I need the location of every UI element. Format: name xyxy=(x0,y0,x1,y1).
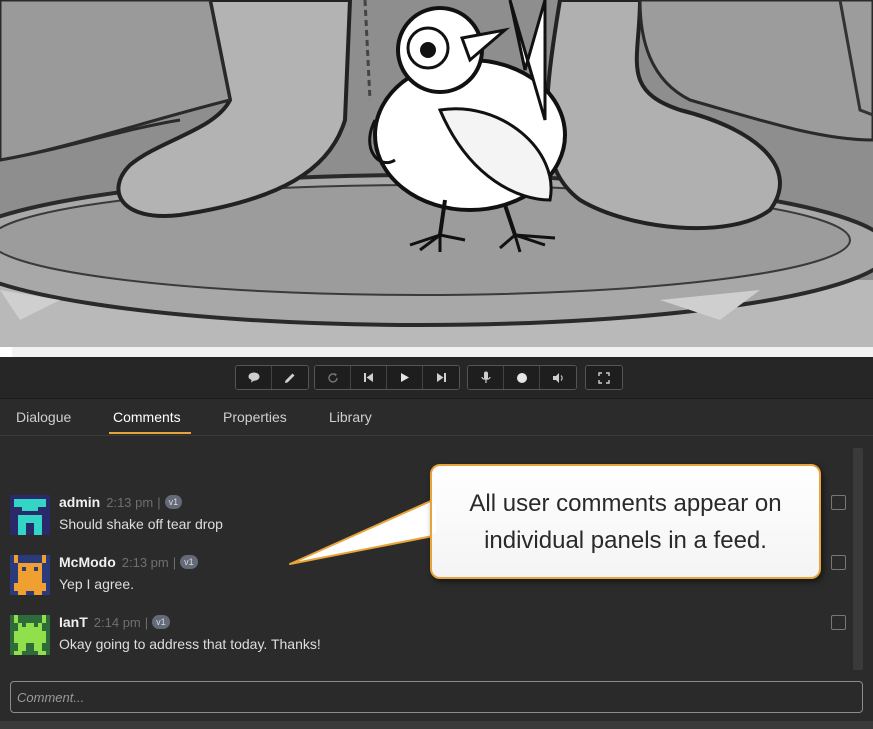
comment-checkbox[interactable] xyxy=(831,615,846,630)
previous-frame-button[interactable] xyxy=(351,366,387,389)
tab-library[interactable]: Library xyxy=(329,409,372,425)
loop-button[interactable] xyxy=(315,366,351,389)
play-icon xyxy=(401,373,409,382)
comment-button[interactable] xyxy=(236,366,272,389)
comment-separator: | xyxy=(157,494,161,510)
timeline-marker xyxy=(0,347,12,357)
avatar xyxy=(10,495,50,535)
draw-button[interactable] xyxy=(272,366,308,389)
comment-timestamp: 2:14 pm xyxy=(93,614,141,630)
comment-checkbox[interactable] xyxy=(831,555,846,570)
callout-box: All user comments appear on individual p… xyxy=(430,464,821,579)
microphone-button[interactable] xyxy=(468,366,504,389)
microphone-icon xyxy=(480,371,491,383)
record-icon xyxy=(516,372,527,383)
comment-checkbox[interactable] xyxy=(831,495,846,510)
avatar xyxy=(10,615,50,655)
tab-dialogue[interactable]: Dialogue xyxy=(16,409,71,425)
panel-tabs: Dialogue Comments Properties Library xyxy=(0,400,873,436)
comment-text: Yep I agree. xyxy=(59,576,134,592)
volume-icon xyxy=(552,372,563,383)
callout-text: All user comments appear on individual p… xyxy=(469,489,782,554)
audio-group xyxy=(467,365,577,390)
version-badge: v1 xyxy=(152,615,170,629)
loop-icon xyxy=(327,372,338,383)
comment-username[interactable]: admin xyxy=(59,494,100,510)
tab-comments[interactable]: Comments xyxy=(113,409,181,425)
comment-timestamp: 2:13 pm xyxy=(121,554,169,570)
storyboard-viewer xyxy=(0,0,873,347)
next-frame-button[interactable] xyxy=(423,366,459,389)
skip-back-icon xyxy=(364,373,373,382)
playback-toolbar xyxy=(0,357,873,399)
feed-scrollbar[interactable] xyxy=(853,448,863,670)
comment-icon xyxy=(248,372,259,383)
comment-header: admin 2:13 pm | v1 xyxy=(59,494,183,510)
skip-forward-icon xyxy=(436,373,446,382)
timeline-strip xyxy=(0,347,873,357)
bottom-strip xyxy=(0,721,873,729)
pencil-icon xyxy=(285,373,295,383)
comment-separator: | xyxy=(172,554,177,570)
avatar xyxy=(10,555,50,595)
fullscreen-icon xyxy=(598,371,610,384)
comment-header: McModo 2:13 pm | v1 xyxy=(59,554,198,570)
comment-username[interactable]: McModo xyxy=(59,554,116,570)
comment-separator: | xyxy=(144,614,149,630)
active-tab-indicator xyxy=(109,432,191,434)
play-button[interactable] xyxy=(387,366,423,389)
fullscreen-button[interactable] xyxy=(586,366,622,389)
volume-button[interactable] xyxy=(540,366,576,389)
comment-username[interactable]: IanT xyxy=(59,614,88,630)
comment-timestamp: 2:13 pm xyxy=(106,494,154,510)
comment-item: IanT 2:14 pm | v1 Okay going to address … xyxy=(10,614,850,665)
annotation-group xyxy=(235,365,309,390)
comment-text: Okay going to address that today. Thanks… xyxy=(59,636,321,652)
version-badge: v1 xyxy=(180,555,198,569)
view-group xyxy=(585,365,623,390)
version-badge: v1 xyxy=(164,495,183,509)
comment-text: Should shake off tear drop xyxy=(59,516,223,532)
tab-properties[interactable]: Properties xyxy=(223,409,287,425)
comment-input[interactable] xyxy=(10,681,863,713)
comment-header: IanT 2:14 pm | v1 xyxy=(59,614,170,630)
storyboard-frame-image xyxy=(0,0,873,347)
playback-group xyxy=(314,365,460,390)
record-button[interactable] xyxy=(504,366,540,389)
